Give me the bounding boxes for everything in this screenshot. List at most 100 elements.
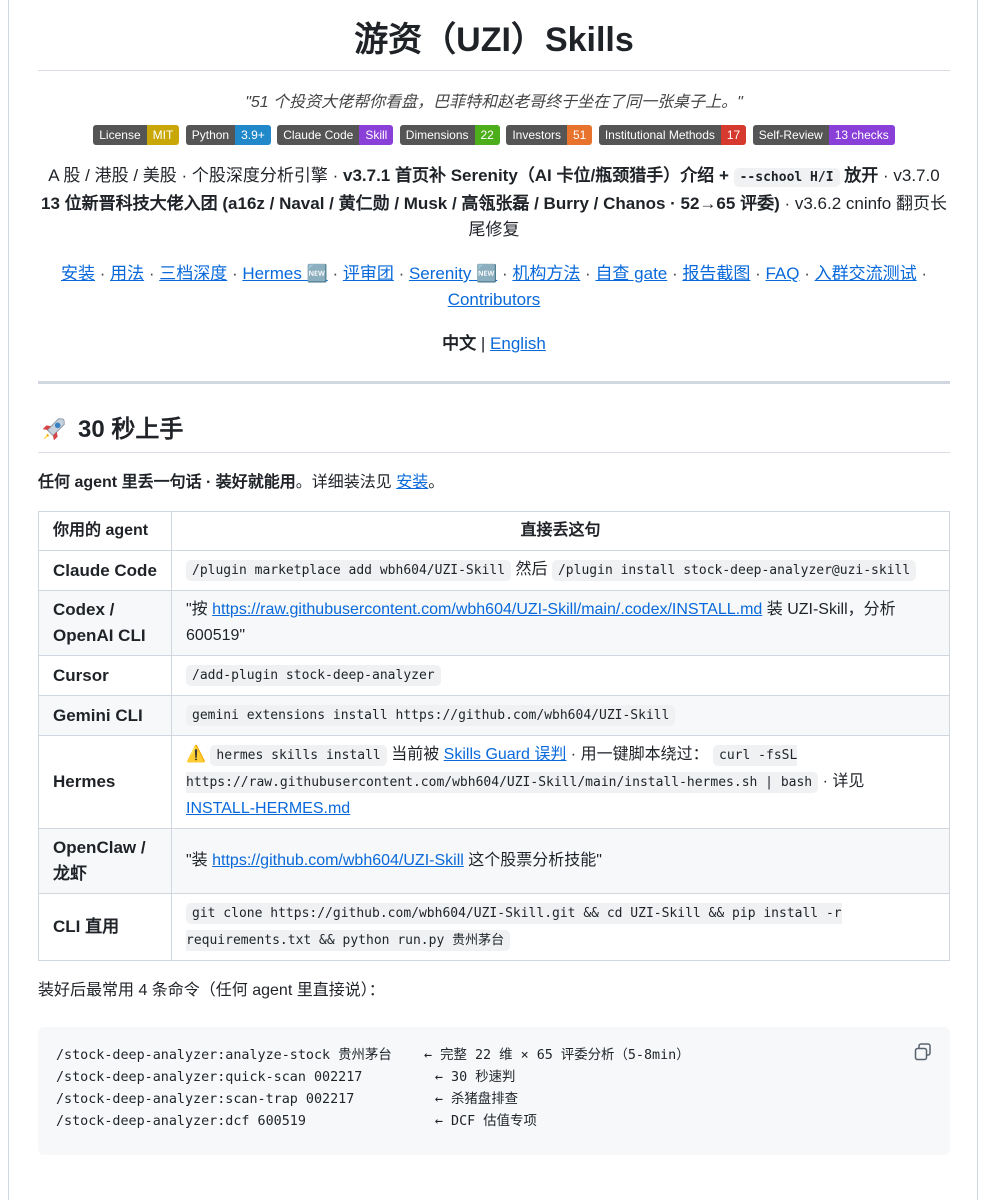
nav-separator: · xyxy=(916,264,927,283)
lead-rest: 。详细装法见 xyxy=(295,474,397,491)
install-md-link[interactable]: https://raw.githubusercontent.com/wbh604… xyxy=(212,601,762,618)
nav-separator: · xyxy=(227,264,243,283)
command-cell: /add-plugin stock-deep-analyzer xyxy=(171,655,950,696)
install-link[interactable]: 安装 xyxy=(396,474,428,491)
nav-link[interactable]: 机构方法 xyxy=(512,264,580,283)
command-cell: ⚠️ hermes skills install 当前被 Skills Guar… xyxy=(171,735,950,829)
table-row: Codex / OpenAI CLI "按 https://raw.github… xyxy=(38,590,950,656)
nav-separator: · xyxy=(144,264,160,283)
code-snippet[interactable]: git clone https://github.com/wbh604/UZI-… xyxy=(186,903,842,951)
badge-value: 51 xyxy=(567,125,593,145)
lead-end: 。 xyxy=(428,474,445,491)
nav-separator: · xyxy=(393,264,409,283)
header-command: 直接丢这句 xyxy=(171,511,950,551)
code-snippet[interactable]: gemini extensions install https://github… xyxy=(186,705,676,726)
inline-code-school: --school H/I xyxy=(733,168,840,187)
badge-self-review[interactable]: Self-Review 13 checks xyxy=(752,125,895,145)
code-snippet[interactable]: /plugin marketplace add wbh604/UZI-Skill xyxy=(186,560,512,581)
agent-name: OpenClaw / 龙虾 xyxy=(38,828,172,894)
badge-claude-code[interactable]: Claude Code Skill xyxy=(277,125,394,145)
code-snippet[interactable]: /add-plugin stock-deep-analyzer xyxy=(186,665,441,686)
intro-text-1: A 股 / 港股 / 美股 · 个股深度分析引擎 · xyxy=(48,166,343,185)
badge-investors[interactable]: Investors 51 xyxy=(506,125,593,145)
warning-icon: ⚠️ xyxy=(186,746,206,763)
agent-name: Codex / OpenAI CLI xyxy=(38,590,172,656)
command-line: /stock-deep-analyzer:analyze-stock 贵州茅台 … xyxy=(56,1048,690,1063)
section-title: 30 秒上手 xyxy=(78,416,184,443)
command-cell: "装 https://github.com/wbh604/UZI-Skill 这… xyxy=(171,828,950,894)
command-cell: "按 https://raw.githubusercontent.com/wbh… xyxy=(171,590,950,656)
nav-link[interactable]: 安装 xyxy=(61,264,95,283)
language-switch: 中文 | English xyxy=(38,331,950,357)
commands-code-block[interactable]: /stock-deep-analyzer:analyze-stock 贵州茅台 … xyxy=(38,1027,950,1155)
header-agent: 你用的 agent xyxy=(38,511,172,551)
cell-text: 当前被 xyxy=(386,746,444,763)
common-commands-text: 装好后最常用 4 条命令（任何 agent 里直接说）： xyxy=(38,982,385,999)
nav-link[interactable]: Serenity 🆕 xyxy=(409,264,497,283)
cell-text: 这个股票分析技能" xyxy=(463,852,602,869)
command-line: /stock-deep-analyzer:dcf 600519 ← DCF 估值… xyxy=(56,1114,537,1129)
nav-link[interactable]: 三档深度 xyxy=(159,264,227,283)
command-line: /stock-deep-analyzer:scan-trap 002217 ← … xyxy=(56,1092,518,1107)
agent-command-table: 你用的 agent 直接丢这句 Claude Code /plugin mark… xyxy=(38,511,950,961)
badge-key: Investors xyxy=(506,125,567,145)
heading-underline xyxy=(38,452,950,453)
nav-separator: · xyxy=(750,264,766,283)
badge-key: Self-Review xyxy=(752,125,829,145)
code-snippet[interactable]: /plugin install stock-deep-analyzer@uzi-… xyxy=(551,560,917,581)
nav-separator: · xyxy=(95,264,111,283)
badge-value: 17 xyxy=(720,125,747,145)
section-divider xyxy=(38,381,950,384)
nav-separator: · xyxy=(799,264,815,283)
skills-guard-link[interactable]: Skills Guard 误判 xyxy=(444,746,567,763)
badge-dimensions[interactable]: Dimensions 22 xyxy=(399,125,500,145)
badge-value: 13 checks xyxy=(828,125,895,145)
badge-row: License MIT Python 3.9+ Claude Code Skill D… xyxy=(38,125,950,147)
repo-link[interactable]: https://github.com/wbh604/UZI-Skill xyxy=(212,852,464,869)
cell-text: · 用一键脚本绕过： xyxy=(566,746,714,763)
cell-text: · 详见 xyxy=(818,773,865,790)
table-row: Hermes ⚠️ hermes skills install 当前被 Skil… xyxy=(38,735,950,829)
title-divider xyxy=(38,70,950,71)
intro-text-2: · v3.7.0 xyxy=(878,166,940,185)
install-hermes-link[interactable]: INSTALL-HERMES.md xyxy=(186,800,350,817)
table-row: CLI 直用 git clone https://github.com/wbh6… xyxy=(38,893,950,961)
nav-separator: · xyxy=(327,264,343,283)
copy-icon[interactable] xyxy=(914,1043,932,1061)
badge-key: License xyxy=(93,125,147,145)
agent-name: Cursor xyxy=(38,655,172,696)
section-heading-quickstart: 30 秒上手 xyxy=(38,410,950,450)
command-line: /stock-deep-analyzer:quick-scan 002217 ←… xyxy=(56,1070,516,1085)
agent-name: Hermes xyxy=(38,735,172,829)
nav-link[interactable]: 评审团 xyxy=(343,264,394,283)
nav-link[interactable]: 自查 gate xyxy=(595,264,667,283)
nav-link[interactable]: 报告截图 xyxy=(682,264,750,283)
badge-key: Python xyxy=(185,125,236,145)
badge-value: 22 xyxy=(474,125,500,145)
badge-python[interactable]: Python 3.9+ xyxy=(185,125,271,145)
agent-name: Gemini CLI xyxy=(38,695,172,736)
nav-link[interactable]: 入群交流测试 xyxy=(815,264,917,283)
frame-border-right xyxy=(977,0,978,1200)
table-header-row: 你用的 agent 直接丢这句 xyxy=(38,511,950,551)
agent-name: CLI 直用 xyxy=(38,893,172,961)
readme-content: 游资（UZI）Skills "51 个投资大佬帮你看盘，巴菲特和赵老哥终于坐在了… xyxy=(38,0,950,1155)
table-row: Cursor /add-plugin stock-deep-analyzer xyxy=(38,655,950,696)
table-row: OpenClaw / 龙虾 "装 https://github.com/wbh6… xyxy=(38,828,950,894)
code-snippet[interactable]: hermes skills install xyxy=(210,745,387,766)
intro-bold-2: 放开 xyxy=(839,166,879,185)
badge-license[interactable]: License MIT xyxy=(93,125,180,145)
table-row: Claude Code /plugin marketplace add wbh6… xyxy=(38,550,950,591)
command-cell: gemini extensions install https://github… xyxy=(171,695,950,736)
badge-value: MIT xyxy=(146,125,180,145)
agent-name: Claude Code xyxy=(38,550,172,591)
intro-bold-3: 13 位新晋科技大佬入团 (a16z / Naval / 黄仁勋 / Musk … xyxy=(41,194,780,213)
nav-link[interactable]: Contributors xyxy=(448,290,541,309)
lang-en-link[interactable]: English xyxy=(490,334,546,353)
table-row: Gemini CLI gemini extensions install htt… xyxy=(38,695,950,736)
frame-border-left xyxy=(8,0,9,1200)
nav-link[interactable]: 用法 xyxy=(110,264,144,283)
badge-institutional-methods[interactable]: Institutional Methods 17 xyxy=(598,125,747,145)
nav-link[interactable]: Hermes 🆕 xyxy=(242,264,327,283)
nav-link[interactable]: FAQ xyxy=(765,264,799,283)
